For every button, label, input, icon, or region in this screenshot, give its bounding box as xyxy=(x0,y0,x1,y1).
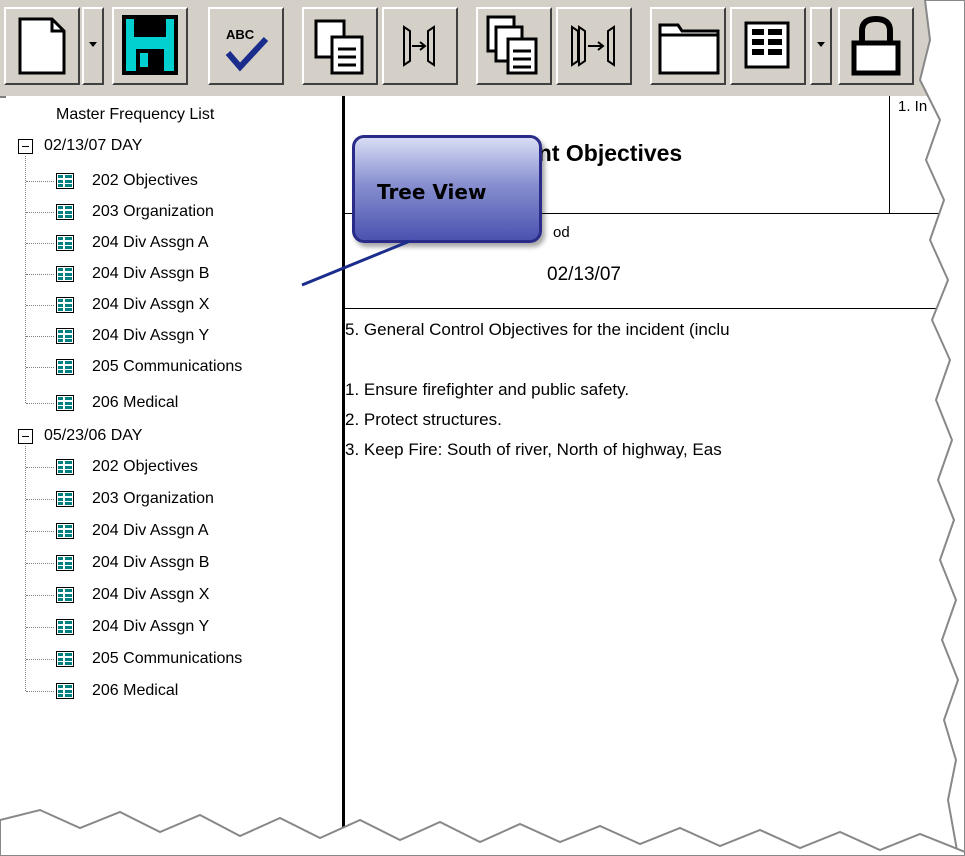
torn-edge-right xyxy=(918,0,965,856)
callout-pointer xyxy=(301,239,411,287)
decorative-overlay xyxy=(0,0,965,856)
torn-edge-bottom xyxy=(0,808,965,856)
